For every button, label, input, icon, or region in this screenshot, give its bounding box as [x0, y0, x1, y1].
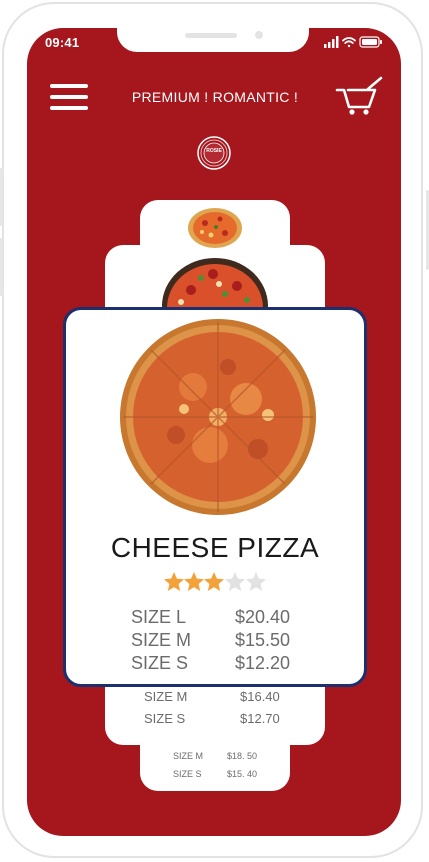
price-label: $20.40 [235, 607, 291, 627]
wifi-icon [342, 37, 356, 48]
signal-icon [324, 36, 339, 48]
rating-stars [164, 572, 266, 591]
star-icon [164, 572, 184, 591]
price-label: $18. 50 [227, 751, 258, 761]
brand-logo: ROSIE [196, 135, 232, 171]
price-row-s[interactable]: SIZE S $12.70 [144, 711, 294, 727]
price-label: $12.20 [235, 653, 291, 673]
phone-side-button [0, 168, 3, 226]
size-label: SIZE S [173, 769, 202, 779]
price-row-l[interactable]: SIZE L $20.40 [131, 607, 311, 629]
page-title: PREMIUM ! ROMANTIC ! [131, 89, 299, 105]
size-label: SIZE M [173, 751, 204, 761]
size-label: SIZE S [131, 653, 189, 673]
status-icons [324, 36, 382, 48]
size-label: SIZE M [131, 630, 192, 650]
status-time: 09:41 [45, 35, 80, 50]
camera [255, 31, 263, 39]
star-icon [246, 572, 266, 591]
price-label: $15.50 [235, 630, 291, 650]
price-row-m[interactable]: SIZE M $18. 50 [173, 751, 273, 763]
price-row-s[interactable]: SIZE S $12.20 [131, 653, 311, 675]
price-row-m[interactable]: SIZE M $16.40 [144, 689, 294, 705]
size-label: SIZE S [144, 711, 186, 726]
price-row-s[interactable]: SIZE S $15. 40 [173, 769, 273, 781]
price-label: $12.70 [240, 711, 280, 726]
star-icon [225, 572, 245, 591]
price-row-m[interactable]: SIZE M $15.50 [131, 630, 311, 652]
cart-icon[interactable] [335, 76, 383, 116]
pizza-image [162, 258, 268, 312]
star-icon [184, 572, 204, 591]
price-label: $15. 40 [227, 769, 258, 779]
phone-notch [117, 24, 309, 52]
product-name: CHEESE PIZZA [110, 532, 320, 563]
star-icon [204, 572, 224, 591]
pizza-image [188, 208, 242, 248]
pizza-image [120, 319, 316, 515]
menu-icon[interactable] [50, 84, 88, 110]
price-label: $16.40 [240, 689, 280, 704]
phone-side-button [0, 238, 3, 296]
brand-logo-text: ROSIE [206, 148, 222, 154]
battery-icon [359, 36, 382, 48]
speaker [185, 33, 237, 38]
size-label: SIZE L [131, 607, 187, 627]
size-label: SIZE M [144, 689, 188, 704]
